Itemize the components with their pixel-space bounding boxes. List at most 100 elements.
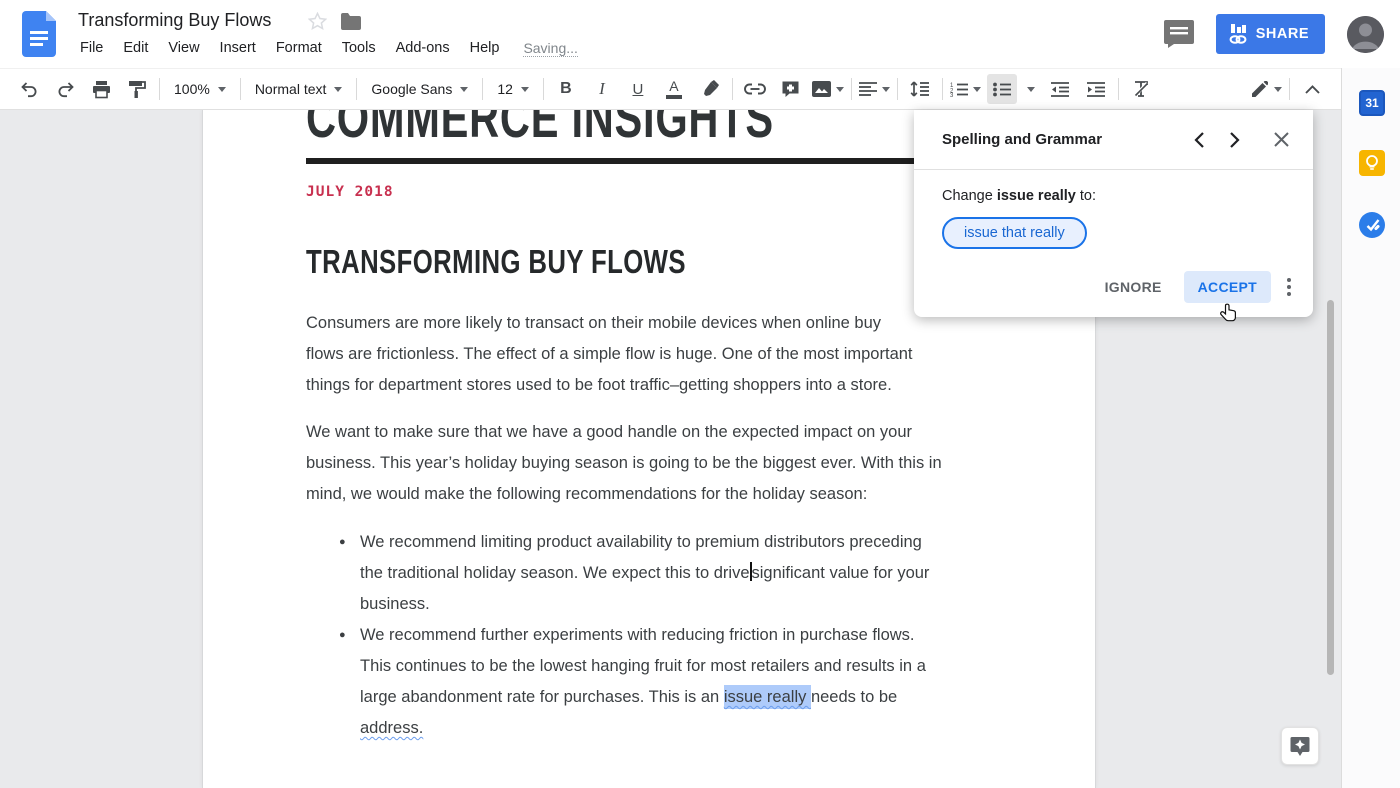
ignore-button[interactable]: IGNORE [1093, 271, 1174, 303]
line-spacing-button[interactable] [905, 74, 935, 104]
zoom-select[interactable]: 100% [167, 74, 233, 104]
toolbar-separator [851, 78, 852, 100]
chevron-down-icon [334, 87, 342, 92]
tasks-icon[interactable] [1359, 212, 1385, 238]
chevron-down-icon [973, 87, 981, 92]
menu-bar: File Edit View Insert Format Tools Add-o… [70, 36, 578, 60]
comment-history-icon[interactable] [1164, 20, 1194, 48]
doc-text: This continues to be the lowest hanging … [360, 657, 926, 675]
doc-text-line: ●We recommend further experiments with r… [306, 620, 982, 651]
doc-text-line: business. [306, 589, 982, 620]
toolbar-separator [240, 78, 241, 100]
toolbar-separator [482, 78, 483, 100]
bullet-item[interactable]: ●We recommend further experiments with r… [306, 620, 982, 744]
numbered-list-button[interactable]: 123 [950, 74, 981, 104]
toolbar-separator [356, 78, 357, 100]
vertical-scrollbar[interactable] [1327, 300, 1334, 675]
underline-button[interactable]: U [623, 74, 653, 104]
menu-insert[interactable]: Insert [210, 36, 266, 60]
menu-format[interactable]: Format [266, 36, 332, 60]
decrease-indent-button[interactable] [1045, 74, 1075, 104]
doc-text-line: the traditional holiday season. We expec… [306, 558, 982, 589]
doc-text-line: flows are frictionless. The effect of a … [306, 339, 982, 370]
font-size-select[interactable]: 12 [490, 74, 536, 104]
popup-title: Spelling and Grammar [942, 131, 1194, 148]
calendar-icon[interactable]: 31 [1359, 90, 1385, 116]
document-title[interactable]: Transforming Buy Flows [78, 10, 271, 31]
align-button[interactable] [859, 74, 890, 104]
highlight-color-button[interactable] [695, 74, 725, 104]
doc-text: business. This year’s holiday buying sea… [306, 454, 942, 472]
chevron-down-icon [836, 87, 844, 92]
doc-text-line: business. This year’s holiday buying sea… [306, 448, 982, 479]
doc-text-line: large abandonment rate for purchases. Th… [306, 682, 982, 713]
doc-text: We want to make sure that we have a good… [306, 423, 912, 441]
increase-indent-button[interactable] [1081, 74, 1111, 104]
bullet-glyph: ● [339, 620, 346, 651]
explore-button[interactable] [1281, 727, 1319, 765]
menu-help[interactable]: Help [460, 36, 510, 60]
doc-text: business. [360, 595, 430, 613]
undo-button[interactable] [14, 74, 44, 104]
saving-status[interactable]: Saving... [523, 36, 577, 57]
accept-button[interactable]: ACCEPT [1184, 271, 1271, 303]
font-select[interactable]: Google Sans [364, 74, 475, 104]
chevron-down-icon[interactable] [1027, 87, 1035, 92]
italic-button[interactable]: I [587, 74, 617, 104]
chevron-down-icon [1274, 87, 1282, 92]
text-color-button[interactable]: A [659, 74, 689, 104]
change-term: issue really [997, 188, 1076, 204]
suggestion-pill[interactable]: issue that really [942, 217, 1087, 249]
paragraph[interactable]: We want to make sure that we have a good… [306, 417, 982, 510]
bulleted-list-button[interactable] [987, 74, 1017, 104]
toolbar-separator [543, 78, 544, 100]
bullet-item[interactable]: ●We recommend limiting product availabil… [306, 527, 982, 620]
next-suggestion-button[interactable] [1230, 132, 1240, 148]
close-icon[interactable] [1274, 132, 1289, 147]
insert-link-button[interactable] [740, 74, 770, 104]
more-options-icon[interactable] [1281, 274, 1297, 300]
share-label: SHARE [1256, 26, 1309, 42]
previous-suggestion-button[interactable] [1194, 132, 1204, 148]
google-docs-logo-icon[interactable] [22, 11, 56, 57]
add-comment-button[interactable] [776, 74, 806, 104]
paragraph[interactable]: Consumers are more likely to transact on… [306, 308, 982, 401]
star-icon[interactable] [308, 12, 327, 31]
document-body[interactable]: COMMERCE INSIGHTS JULY 2018 TRANSFORMING… [306, 110, 982, 744]
account-avatar[interactable] [1347, 16, 1384, 53]
keep-icon[interactable] [1359, 150, 1385, 176]
chevron-down-icon [521, 87, 529, 92]
doc-text: flows are frictionless. The effect of a … [306, 345, 913, 363]
doc-text-line: mind, we would make the following recomm… [306, 479, 982, 510]
doc-text-line: This continues to be the lowest hanging … [306, 651, 982, 682]
masthead-rule [306, 158, 963, 164]
menu-addons[interactable]: Add-ons [386, 36, 460, 60]
toolbar-separator [897, 78, 898, 100]
folder-icon[interactable] [341, 13, 361, 30]
menu-tools[interactable]: Tools [332, 36, 386, 60]
doc-text: We recommend limiting product availabili… [360, 533, 922, 551]
format-toolbar: 100% Normal text Google Sans 12 B I U A [0, 68, 1341, 110]
collapse-toolbar-button[interactable] [1297, 74, 1327, 104]
print-button[interactable] [86, 74, 116, 104]
menu-view[interactable]: View [158, 36, 209, 60]
menu-file[interactable]: File [70, 36, 113, 60]
clear-formatting-button[interactable] [1126, 74, 1156, 104]
doc-text: the traditional holiday season. We expec… [360, 564, 750, 582]
menu-edit[interactable]: Edit [113, 36, 158, 60]
paragraph-style-select[interactable]: Normal text [248, 74, 350, 104]
paint-format-button[interactable] [122, 74, 152, 104]
doc-text-line: address. [306, 713, 982, 744]
insert-image-button[interactable] [812, 74, 844, 104]
google-apps-side-rail: 31 [1341, 68, 1400, 788]
share-button[interactable]: SHARE [1216, 14, 1325, 54]
editing-mode-button[interactable] [1251, 74, 1282, 104]
doc-text: things for department stores used to be … [306, 376, 892, 394]
chevron-down-icon [460, 87, 468, 92]
bold-button[interactable]: B [551, 74, 581, 104]
doc-text-line: ●We recommend limiting product availabil… [306, 527, 982, 558]
redo-button[interactable] [50, 74, 80, 104]
doc-text-line: We want to make sure that we have a good… [306, 417, 982, 448]
doc-text: large abandonment rate for purchases. Th… [360, 688, 724, 706]
change-prompt: Change issue really to: [942, 188, 1285, 204]
